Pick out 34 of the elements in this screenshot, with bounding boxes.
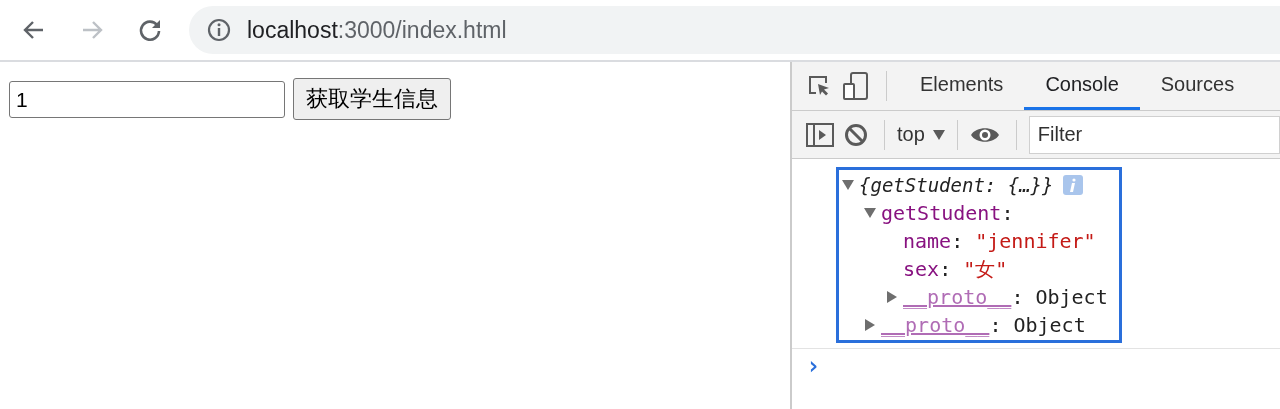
property-key: name xyxy=(903,229,952,253)
object-type: Object xyxy=(1013,313,1086,337)
devtools-tab[interactable]: Sources xyxy=(1139,62,1256,110)
object-type: Object xyxy=(1035,285,1108,309)
colon: : xyxy=(1011,285,1024,309)
fetch-button[interactable]: 获取学生信息 xyxy=(293,78,451,120)
colon: : xyxy=(939,257,952,281)
string-value: "jennifer" xyxy=(975,229,1096,253)
reload-icon[interactable] xyxy=(137,17,163,43)
device-icon[interactable] xyxy=(842,71,870,101)
collapsed-triangle-icon[interactable] xyxy=(885,291,899,303)
address-bar[interactable]: localhost:3000/index.html xyxy=(189,6,1280,54)
sidebar-toggle-icon[interactable] xyxy=(806,122,834,147)
colon: : xyxy=(951,229,964,253)
clear-console-icon[interactable] xyxy=(844,122,868,147)
property-key: sex xyxy=(903,257,940,281)
proto-key: __proto__ xyxy=(903,285,1012,309)
prompt-icon[interactable]: › xyxy=(806,352,821,380)
collapsed-triangle-icon[interactable] xyxy=(863,319,877,331)
string-value: "女" xyxy=(963,255,1008,283)
expanded-triangle-icon[interactable] xyxy=(841,180,855,190)
input-field[interactable]: 1 xyxy=(9,81,285,118)
info-icon xyxy=(207,18,231,42)
context-dropdown[interactable]: top xyxy=(897,123,945,146)
expanded-triangle-icon[interactable] xyxy=(863,208,877,218)
url-text: localhost:3000/index.html xyxy=(247,16,507,44)
devtools-tab[interactable]: Elements xyxy=(899,62,1025,110)
colon: : xyxy=(1001,201,1014,225)
object-preview: {getStudent: {…}} xyxy=(859,174,1054,196)
filter-field[interactable]: Filter xyxy=(1028,115,1280,154)
caret-icon xyxy=(932,129,945,140)
property-key: getStudent xyxy=(881,201,1002,225)
colon: : xyxy=(989,313,1002,337)
proto-key: __proto__ xyxy=(881,313,990,337)
